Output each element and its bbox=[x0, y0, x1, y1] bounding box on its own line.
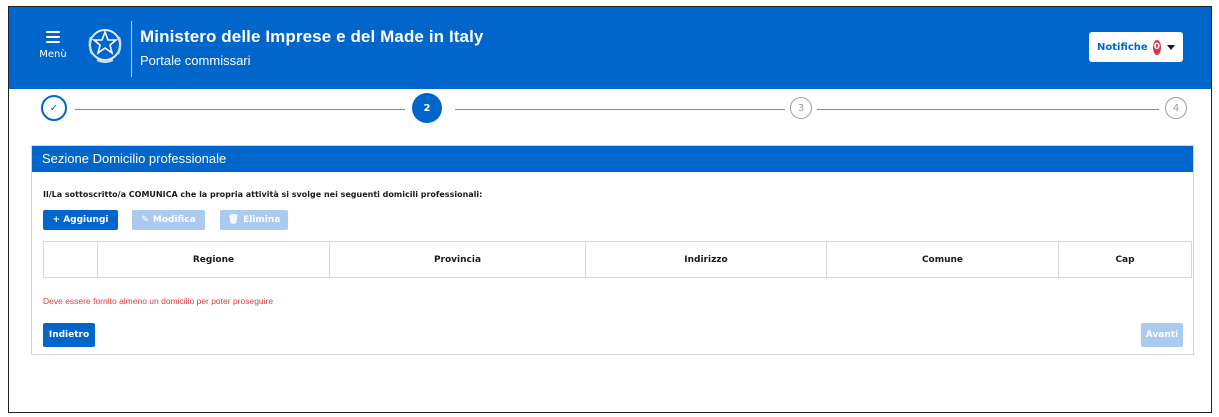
column-header-regione[interactable]: Regione bbox=[98, 242, 330, 277]
page-frame: Menù Ministero delle Imprese e del Made … bbox=[8, 6, 1212, 413]
italian-republic-emblem-icon bbox=[88, 29, 122, 63]
notifications-label: Notifiche bbox=[1097, 41, 1148, 53]
column-header-select bbox=[44, 242, 98, 277]
caret-down-icon bbox=[1167, 44, 1175, 50]
next-button[interactable]: Avanti bbox=[1141, 323, 1183, 347]
step-number: 4 bbox=[1172, 102, 1180, 114]
notifications-count-badge: 0 bbox=[1152, 39, 1161, 55]
declaration-text: Il/La sottoscritto/a COMUNICA che la pro… bbox=[43, 190, 483, 199]
step-number: 3 bbox=[797, 102, 805, 114]
column-header-indirizzo[interactable]: Indirizzo bbox=[586, 242, 827, 277]
step-connector bbox=[817, 109, 1159, 110]
step-1-completed: ✓ bbox=[41, 95, 67, 121]
step-connector bbox=[455, 109, 785, 110]
progress-stepper: ✓ 2 3 4 bbox=[9, 91, 1211, 131]
step-number: 2 bbox=[423, 102, 431, 114]
step-4: 4 bbox=[1165, 97, 1187, 119]
check-icon: ✓ bbox=[49, 102, 59, 114]
pencil-icon: ✎ bbox=[141, 215, 149, 225]
column-header-provincia[interactable]: Provincia bbox=[330, 242, 586, 277]
domicilio-section-card: Sezione Domicilio professionale Il/La so… bbox=[31, 145, 1194, 355]
validation-error-message: Deve essere fornito almeno un domicilio … bbox=[43, 296, 274, 306]
step-2-active: 2 bbox=[412, 93, 442, 123]
trash-icon: 🗑 bbox=[227, 215, 240, 225]
header-divider bbox=[131, 21, 132, 77]
hamburger-icon bbox=[46, 31, 60, 43]
edit-button-label: Modifica bbox=[152, 215, 196, 225]
back-button[interactable]: Indietro bbox=[43, 323, 95, 347]
menu-label: Menù bbox=[39, 49, 67, 60]
ministry-title: Ministero delle Imprese e del Made in It… bbox=[140, 27, 484, 46]
column-header-comune[interactable]: Comune bbox=[827, 242, 1059, 277]
edit-button[interactable]: ✎ Modifica bbox=[132, 210, 205, 230]
notifications-button[interactable]: Notifiche 0 bbox=[1089, 32, 1183, 62]
menu-button[interactable]: Menù bbox=[33, 27, 73, 73]
domicili-table-header: Regione Provincia Indirizzo Comune Cap bbox=[43, 241, 1192, 278]
portal-subtitle: Portale commissari bbox=[140, 53, 251, 68]
delete-button[interactable]: 🗑 Elimina bbox=[220, 210, 288, 230]
section-title: Sezione Domicilio professionale bbox=[32, 146, 1193, 172]
site-header: Menù Ministero delle Imprese e del Made … bbox=[9, 7, 1211, 89]
delete-button-label: Elimina bbox=[243, 215, 281, 225]
column-header-cap[interactable]: Cap bbox=[1059, 242, 1191, 277]
add-button[interactable]: + Aggiungi bbox=[43, 210, 118, 230]
step-3: 3 bbox=[790, 97, 812, 119]
step-connector bbox=[75, 109, 405, 110]
